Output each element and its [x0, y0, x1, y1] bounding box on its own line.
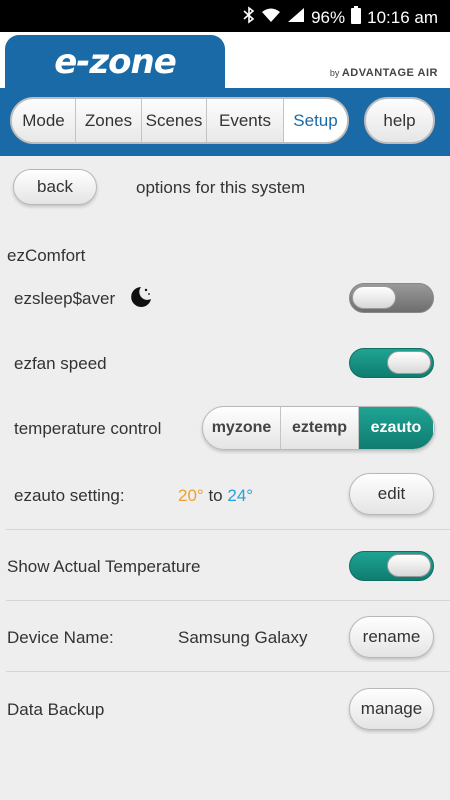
- temperature-control-label: temperature control: [14, 419, 162, 438]
- status-bar: 96% 10:16 am: [0, 0, 450, 32]
- ezfan-toggle[interactable]: [349, 348, 434, 378]
- show-actual-temperature-label: Show Actual Temperature: [7, 557, 201, 576]
- show-actual-temperature-toggle[interactable]: [349, 551, 434, 581]
- wifi-icon: [261, 7, 281, 28]
- ezauto-range: 20° to 24°: [178, 486, 253, 506]
- toggle-knob: [387, 351, 431, 374]
- app-header: e-zone by ADVANTAGE AIR Mode Zones Scene…: [0, 32, 450, 156]
- ezfan-label: ezfan speed: [14, 354, 107, 373]
- ezone-logo: e-zone: [5, 35, 225, 95]
- option-myzone[interactable]: myzone: [203, 407, 281, 449]
- tab-scenes[interactable]: Scenes: [142, 99, 207, 142]
- range-separator: to: [208, 486, 223, 505]
- ezsleep-label: ezsleep$aver: [14, 289, 116, 308]
- back-button[interactable]: back: [13, 169, 97, 205]
- data-backup-label: Data Backup: [7, 700, 105, 719]
- bluetooth-icon: [243, 6, 255, 29]
- tab-events[interactable]: Events: [207, 99, 284, 142]
- clock: 10:16 am: [367, 7, 438, 27]
- section-title: ezComfort: [7, 246, 86, 265]
- tab-zones[interactable]: Zones: [76, 99, 142, 142]
- device-name-label: Device Name:: [7, 628, 114, 647]
- nav-bar: Mode Zones Scenes Events Setup help: [0, 88, 450, 156]
- divider: [6, 600, 450, 601]
- toggle-knob: [387, 554, 431, 577]
- battery-level: 96%: [311, 7, 346, 27]
- divider: [6, 529, 450, 530]
- divider: [6, 671, 450, 672]
- nav-tabs: Mode Zones Scenes Events Setup: [10, 97, 349, 144]
- page-subtitle: options for this system: [136, 178, 306, 197]
- low-temperature: 20°: [178, 486, 204, 505]
- rename-button[interactable]: rename: [349, 616, 434, 658]
- high-temperature: 24°: [227, 486, 254, 505]
- moon-icon: [131, 287, 151, 307]
- manage-button[interactable]: manage: [349, 688, 434, 730]
- device-name-value: Samsung Galaxy: [178, 628, 308, 647]
- ezsleep-toggle[interactable]: [349, 283, 434, 313]
- brand-prefix: by: [329, 68, 340, 78]
- signal-icon: [287, 7, 305, 28]
- option-eztemp[interactable]: eztemp: [281, 407, 359, 449]
- battery-icon: [351, 6, 362, 29]
- brand-label: by ADVANTAGE AIR: [330, 67, 438, 79]
- ezauto-setting-label: ezauto setting:: [14, 486, 125, 505]
- option-ezauto[interactable]: ezauto: [359, 407, 433, 449]
- brand-name: ADVANTAGE AIR: [341, 67, 438, 79]
- help-button[interactable]: help: [364, 97, 435, 144]
- tab-mode[interactable]: Mode: [12, 99, 76, 142]
- toggle-knob: [352, 286, 396, 309]
- edit-button[interactable]: edit: [349, 473, 434, 515]
- tab-setup[interactable]: Setup: [284, 99, 347, 142]
- temperature-control-selector: myzone eztemp ezauto: [202, 406, 435, 450]
